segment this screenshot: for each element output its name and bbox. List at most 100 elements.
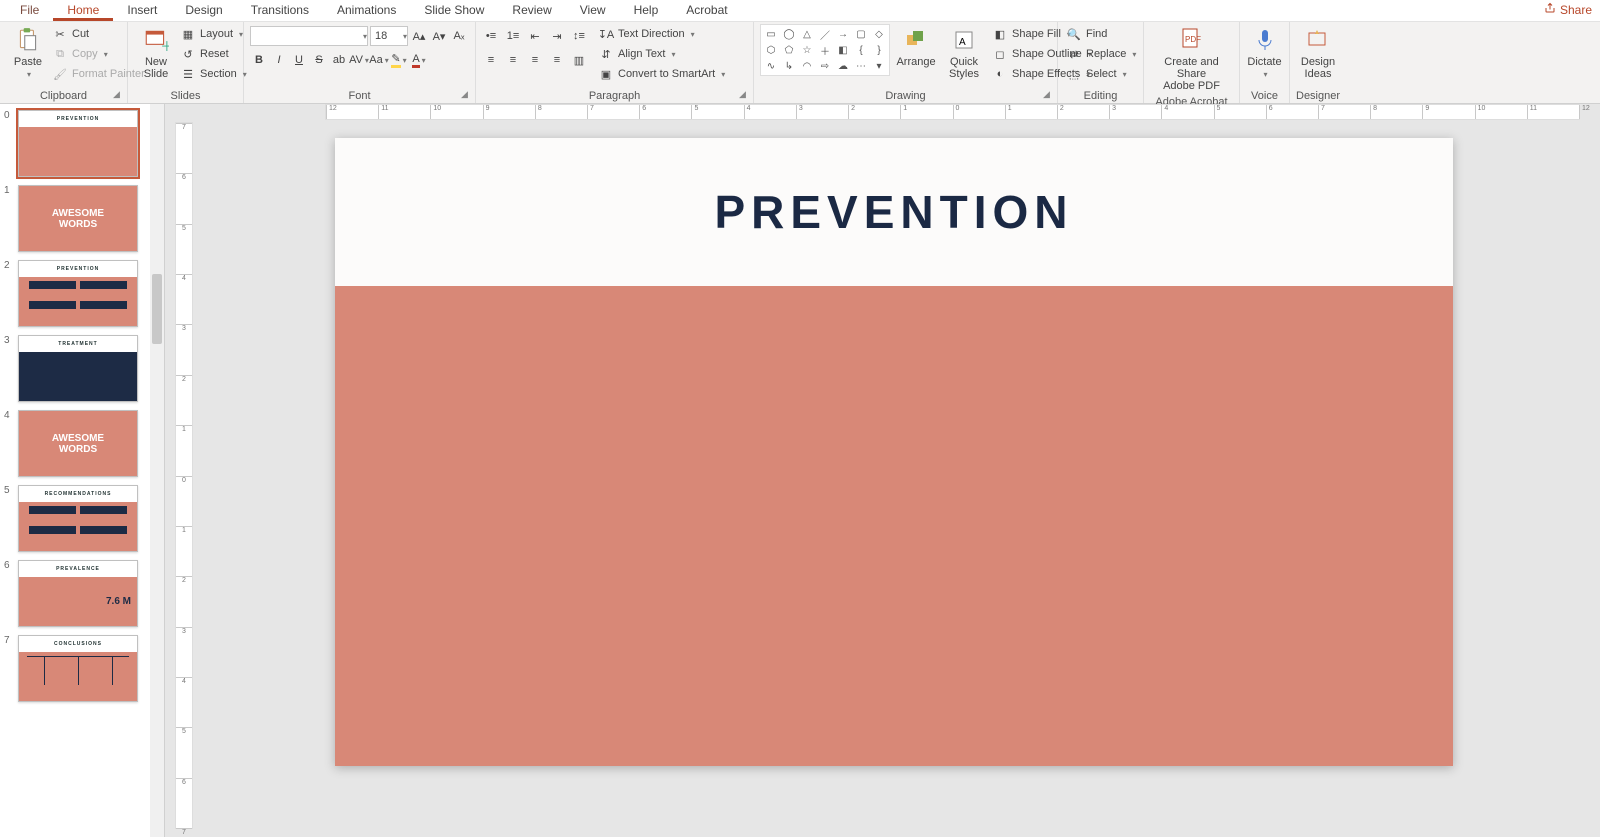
new-slide-icon: ＋ [142,26,170,54]
font-size-combo[interactable]: 18▾ [370,26,408,46]
shape-outline-icon: ◻ [992,46,1008,62]
new-slide-button[interactable]: ＋ New Slide [134,24,178,82]
paragraph-launcher[interactable]: ◢ [739,89,751,101]
slide-title-area[interactable]: PREVENTION [335,138,1453,286]
layout-label: Layout [200,28,233,40]
bold-button[interactable]: B [250,50,268,70]
thumbnail-number: 2 [4,260,10,271]
thumbnail-preview: CONCLUSIONS [18,635,138,702]
shape-brace-r-icon: } [871,43,887,57]
quick-styles-button[interactable]: A Quick Styles [942,24,986,82]
scrollbar-handle[interactable] [152,274,162,344]
spacing-button[interactable]: AV▾ [350,50,368,70]
thumbnail-number: 1 [4,185,10,196]
svg-text:＋: ＋ [160,39,169,53]
tab-help[interactable]: Help [620,0,673,21]
shape-effects-icon: ◐ [992,66,1008,82]
slide-thumbnail-pane[interactable]: 0PREVENTION 1AWESOME WORDS 2PREVENTION 3TRE… [0,104,165,837]
group-designer: Design Ideas Designer [1290,22,1346,103]
tab-animations[interactable]: Animations [323,0,410,21]
font-color-button[interactable]: A▾ [410,50,428,70]
clipboard-launcher[interactable]: ◢ [113,89,125,101]
slide-thumbnail[interactable]: 6PREVALENCE7.6 M [18,560,150,627]
tab-view[interactable]: View [566,0,620,21]
underline-button[interactable]: U [290,50,308,70]
align-left-icon: ≡ [488,54,494,66]
tab-review[interactable]: Review [498,0,565,21]
tab-file[interactable]: File [6,0,53,21]
strike-icon: S [315,54,322,66]
columns-button[interactable]: ▥ [570,50,588,70]
font-name-combo[interactable]: ▾ [250,26,368,46]
format-painter-icon: 🖌 [52,66,68,82]
tab-insert[interactable]: Insert [113,0,171,21]
clear-format-button[interactable]: Aₓ [450,26,468,46]
dictate-button[interactable]: Dictate▾ [1243,24,1287,83]
numbering-button[interactable]: 1≡ [504,26,522,46]
tab-transitions[interactable]: Transitions [237,0,323,21]
shrink-font-button[interactable]: A▾ [430,26,448,46]
thumbnail-number: 7 [4,635,10,646]
italic-button[interactable]: I [270,50,288,70]
quick-styles-label: Quick Styles [949,56,979,80]
slide-thumbnail[interactable]: 4AWESOME WORDS [18,410,150,477]
grow-font-button[interactable]: A▴ [410,26,428,46]
align-center-button[interactable]: ≡ [504,50,522,70]
line-spacing-icon: ↕≡ [573,30,585,42]
align-right-button[interactable]: ≡ [526,50,544,70]
shape-arrow-icon: → [835,27,851,41]
align-left-button[interactable]: ≡ [482,50,500,70]
slide-thumbnail[interactable]: 1AWESOME WORDS [18,185,150,252]
tab-acrobat[interactable]: Acrobat [672,0,741,21]
strike-button[interactable]: S [310,50,328,70]
layout-icon: ▦ [180,26,196,42]
align-text-button[interactable]: ⇵Align Text▾ [596,44,727,64]
group-label-designer: Designer [1296,88,1340,103]
tab-design[interactable]: Design [171,0,236,21]
section-button[interactable]: ☰Section▾ [178,64,249,84]
case-button[interactable]: Aa▾ [370,50,388,70]
design-ideas-button[interactable]: Design Ideas [1296,24,1340,82]
svg-text:A: A [959,37,966,48]
text-direction-button[interactable]: ↧AText Direction▾ [596,24,727,44]
layout-button[interactable]: ▦Layout▾ [178,24,249,44]
slide-thumbnail[interactable]: 2PREVENTION [18,260,150,327]
tab-slide-show[interactable]: Slide Show [410,0,498,21]
font-launcher[interactable]: ◢ [461,89,473,101]
inc-indent-button[interactable]: ⇥ [548,26,566,46]
shape-curve-icon: ∿ [763,59,779,73]
share-button[interactable]: Share [1544,2,1592,17]
shape-gallery[interactable]: ▭◯△／→▢◇ ⬡⬠☆＋◧{} ∿↳◠⇨☁⋯▾ [760,24,890,76]
create-pdf-button[interactable]: PDF Create and Share Adobe PDF [1150,24,1233,94]
select-button[interactable]: ⬚Select▾ [1064,64,1129,84]
tab-home[interactable]: Home [53,0,113,21]
group-label-slides: Slides [134,88,237,103]
shape-fill-icon: ◧ [992,26,1008,42]
vertical-ruler: 765432101234567 [175,122,193,829]
group-slides: ＋ New Slide ▦Layout▾ ↺Reset ☰Section▾ Sl… [128,22,244,103]
slide-thumbnail[interactable]: 5RECOMMENDATIONS [18,485,150,552]
slide-thumbnail[interactable]: 7CONCLUSIONS [18,635,150,702]
reset-button[interactable]: ↺Reset [178,44,249,64]
section-label: Section [200,68,237,80]
find-button[interactable]: 🔍Find [1064,24,1109,44]
slide-thumbnail[interactable]: 0PREVENTION [18,110,150,177]
replace-button[interactable]: ⇄Replace▾ [1064,44,1138,64]
thumbnail-scrollbar[interactable] [150,104,164,837]
slide-canvas[interactable]: PREVENTION [335,138,1453,766]
group-label-font: Font [250,88,469,103]
paste-button[interactable]: Paste▾ [6,24,50,83]
smartart-button[interactable]: ▣Convert to SmartArt▾ [596,64,727,84]
dec-indent-button[interactable]: ⇤ [526,26,544,46]
line-spacing-button[interactable]: ↕≡ [570,26,588,46]
shadow-button[interactable]: ab [330,50,348,70]
arrange-button[interactable]: Arrange [894,24,938,70]
group-label-editing: Editing [1064,88,1137,103]
bullets-button[interactable]: •≡ [482,26,500,46]
justify-button[interactable]: ≡ [548,50,566,70]
find-label: Find [1086,28,1107,40]
slide-thumbnail[interactable]: 3TREATMENT [18,335,150,402]
reset-icon: ↺ [180,46,196,62]
highlight-button[interactable]: ✎▾ [390,50,408,70]
drawing-launcher[interactable]: ◢ [1043,89,1055,101]
